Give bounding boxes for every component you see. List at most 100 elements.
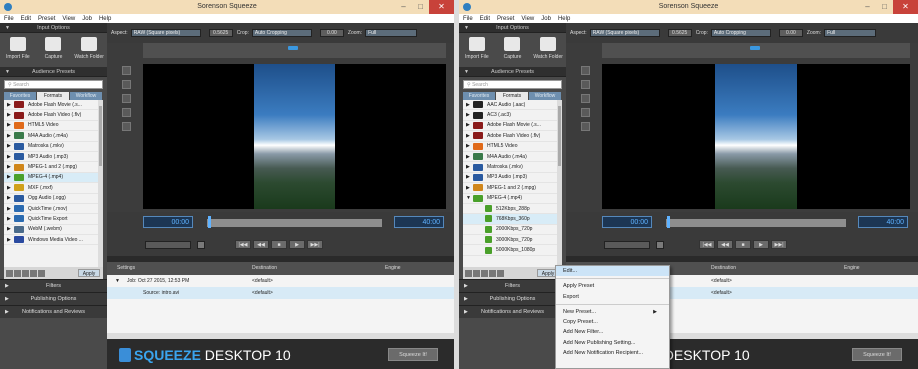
timecode-end[interactable]: 40:00 [858,216,908,228]
menu-item-copy-preset[interactable]: Copy Preset... [556,317,669,327]
publishing-header[interactable]: ▶ Publishing Options [459,292,566,305]
timeline-track[interactable] [207,216,382,228]
notifications-header[interactable]: ▶ Notifications and Reviews [459,305,566,318]
list-item[interactable]: ▶ MPEG-1 and 2 (.mpg) [463,183,562,194]
watch-folder-button[interactable]: Watch Folder [531,37,565,67]
menu-view[interactable]: View [62,16,75,22]
menu-item-add-filter[interactable]: Add New Filter... [556,327,669,337]
footer-tool-button[interactable] [465,269,472,277]
expand-arrow-icon[interactable]: ▶ [7,164,14,170]
filters-header[interactable]: ▶ Filters [0,279,107,292]
source-row[interactable]: Source: intro.avi <default> [107,287,454,299]
list-item[interactable]: 5000Kbps_1080p [463,245,562,256]
footer-tool-button[interactable] [38,269,45,277]
minimize-button[interactable]: – [395,0,412,14]
fit-tool-icon[interactable] [581,80,590,89]
expand-arrow-icon[interactable]: ▶ [7,226,14,232]
list-item[interactable]: ▶ Ogg Audio (.ogg) [4,194,103,204]
menu-item-apply-preset[interactable]: Apply Preset [556,281,669,291]
expand-arrow-icon[interactable]: ▶ [7,102,14,108]
menu-job[interactable]: Job [82,16,92,22]
menu-help[interactable]: Help [99,16,111,22]
list-item[interactable]: ▶ Adobe Flash Video (.flv) [463,131,562,142]
expand-arrow-icon[interactable]: ▶ [466,133,473,139]
import-file-button[interactable]: Import File [1,37,35,67]
close-button[interactable]: ✕ [893,0,918,14]
skip-end-button[interactable]: ▶▶| [307,240,323,249]
timecode-start[interactable]: 00:00 [143,216,193,228]
list-item[interactable]: ▶ MPEG-1 and 2 (.mpg) [4,162,103,173]
list-item[interactable]: ▶ WebM (.webm) [4,225,103,236]
hand-tool-icon[interactable] [581,122,590,131]
expand-arrow-icon[interactable]: ▼ [466,195,473,201]
skip-start-button[interactable]: |◀◀ [235,240,251,249]
timecode-end[interactable]: 40:00 [394,216,444,228]
crop-tool-icon[interactable] [122,66,131,75]
play-button[interactable]: ▶ [289,240,305,249]
footer-tool-button[interactable] [481,269,488,277]
aspect-value[interactable]: 0.5625 [208,29,233,37]
list-item[interactable]: 512Kbps_288p [463,204,562,215]
list-item[interactable]: ▶ HTML5 Video [463,142,562,152]
expand-arrow-icon[interactable]: ▶ [466,154,473,160]
squeeze-it-button[interactable]: Squeeze It! [388,348,438,361]
list-item[interactable]: ▶ Matroska (.mkv) [463,162,562,173]
capture-button[interactable]: Capture [36,37,70,67]
rewind-button[interactable]: ◀◀ [253,240,269,249]
list-item[interactable]: ▶ MXF (.mxf) [4,183,103,194]
play-button[interactable]: ▶ [753,240,769,249]
expand-arrow-icon[interactable]: ▶ [7,154,14,160]
menu-file[interactable]: File [4,16,14,22]
expand-arrow-icon[interactable]: ▶ [466,174,473,180]
expand-arrow-icon[interactable]: ▶ [7,174,14,180]
capture-button[interactable]: Capture [495,37,529,67]
crop-value[interactable]: 0.00 [778,29,803,37]
timeline-track[interactable] [666,216,846,228]
tab-workflow[interactable]: Workflow [529,92,561,100]
crop-dropdown[interactable]: Auto Cropping [251,29,312,37]
expand-arrow-icon[interactable]: ▶ [7,122,14,128]
maximize-button[interactable]: □ [876,0,893,14]
list-item[interactable]: ▶ QuickTime Export [4,214,103,225]
hand-tool-icon[interactable] [122,122,131,131]
input-options-header[interactable]: ▼ Input Options [0,23,107,33]
watch-folder-button[interactable]: Watch Folder [72,37,106,67]
expand-arrow-icon[interactable]: ▶ [7,112,14,118]
aspect-dropdown[interactable]: RAW (Square pixels) [589,29,660,37]
list-item[interactable]: ▶ MP3 Audio (.mp3) [4,152,103,163]
apply-button[interactable]: Apply [78,269,100,277]
skip-end-button[interactable]: ▶▶| [771,240,787,249]
expand-arrow-icon[interactable]: ▶ [7,185,14,191]
list-item[interactable]: ▶ Adobe Flash Movie (.s... [4,100,103,111]
search-input[interactable]: ⚲ Search [4,80,103,89]
close-button[interactable]: ✕ [429,0,454,14]
menu-item-add-publishing[interactable]: Add New Publishing Setting... [556,338,669,348]
input-options-header[interactable]: ▼ Input Options [459,23,566,33]
crop-dropdown[interactable]: Auto Cropping [710,29,771,37]
filters-header[interactable]: ▶ Filters [459,279,566,292]
list-item[interactable]: ▶ AC3 (.ac3) [463,110,562,121]
list-item[interactable]: 3000Kbps_720p [463,235,562,246]
playback-dropdown[interactable] [604,241,650,249]
rewind-button[interactable]: ◀◀ [717,240,733,249]
import-file-button[interactable]: Import File [460,37,494,67]
menu-item-new-preset[interactable]: New Preset... ▶ [556,307,669,317]
menu-item-edit[interactable]: Edit... [556,266,669,277]
search-input[interactable]: ⚲ Search [463,80,562,89]
menu-file[interactable]: File [463,16,473,22]
timecode-start[interactable]: 00:00 [602,216,652,228]
list-item[interactable]: ▶ Matroska (.mkv) [4,142,103,152]
zoom-dropdown[interactable]: Full [365,29,418,37]
audience-presets-header[interactable]: ▼ Audience Presets [459,67,566,77]
tab-formats[interactable]: Formats [37,92,69,100]
menu-view[interactable]: View [521,16,534,22]
crop-slider[interactable] [143,43,446,58]
list-item[interactable]: ▶ HTML5 Video [4,121,103,132]
menu-item-export[interactable]: Export [556,292,669,302]
scrollbar[interactable] [98,100,103,267]
scrollbar[interactable] [557,100,562,267]
menu-preset[interactable]: Preset [38,16,55,22]
list-item[interactable]: ▶ Windows Media Video ... [4,235,103,246]
expand-arrow-icon[interactable]: ▶ [7,237,14,243]
expand-arrow-icon[interactable]: ▶ [466,143,473,149]
